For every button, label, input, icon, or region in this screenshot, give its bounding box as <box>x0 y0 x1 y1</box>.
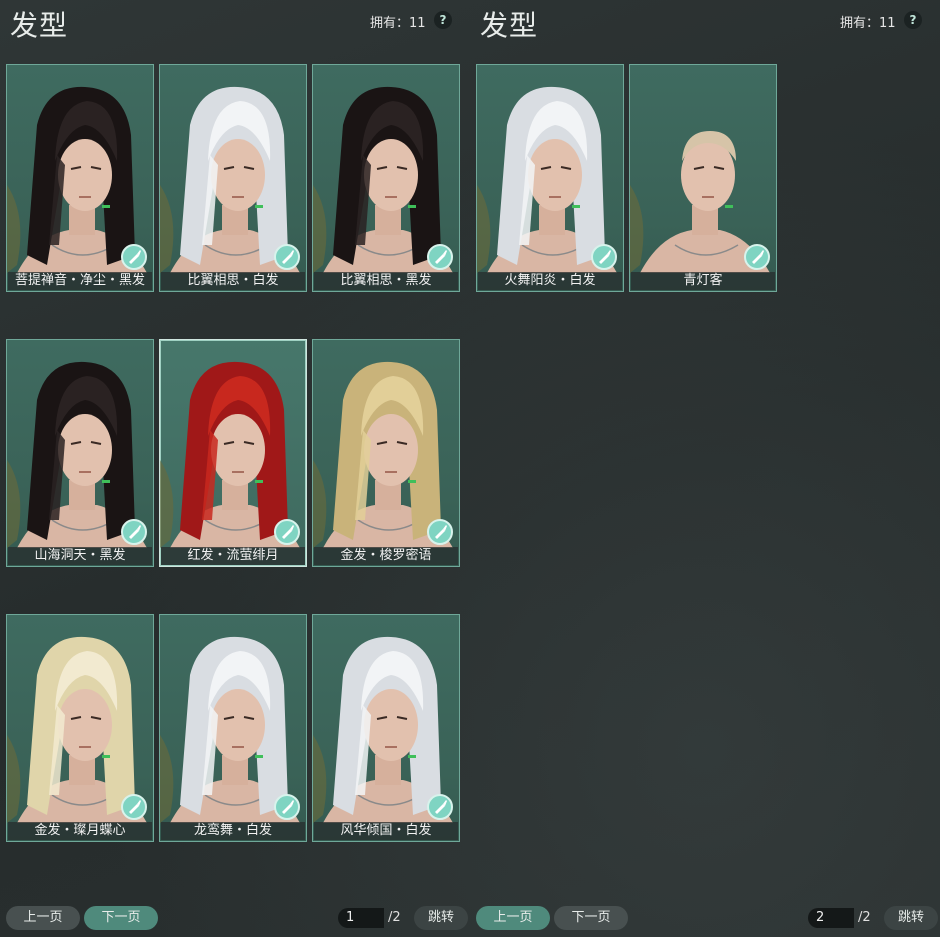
character-portrait <box>313 361 453 548</box>
hairstyle-card[interactable]: 火舞阳炎・白发 <box>476 64 624 292</box>
hairstyle-panel-left: 发型 拥有：11 ? 菩提禅音・净尘・黑发 比翼相思・白发 比翼相思・黑发 山海… <box>0 0 470 937</box>
hairstyle-card[interactable]: 青灯客 <box>629 64 777 292</box>
character-portrait <box>7 636 147 823</box>
panel-title: 发型 <box>10 9 69 42</box>
card-label: 比翼相思・白发 <box>161 272 305 290</box>
character-portrait <box>7 361 147 548</box>
dye-brush-icon[interactable] <box>744 244 770 270</box>
card-label: 青灯客 <box>631 272 775 290</box>
card-label: 红发・流萤绯月 <box>161 547 305 565</box>
dye-brush-icon[interactable] <box>274 244 300 270</box>
prev-page-button[interactable]: 上一页 <box>476 906 550 930</box>
jump-button[interactable]: 跳转 <box>884 906 938 930</box>
dye-brush-icon[interactable] <box>591 244 617 270</box>
character-portrait <box>7 86 147 273</box>
hairstyle-card[interactable]: 风华倾国・白发 <box>312 614 460 842</box>
card-label: 火舞阳炎・白发 <box>478 272 622 290</box>
hairstyle-panel-right: 发型 拥有：11 ? 火舞阳炎・白发 青灯客 上一页 下一页 2 /2 跳转 <box>470 0 940 937</box>
owned-count: 拥有：11 <box>370 16 426 31</box>
dye-brush-icon[interactable] <box>427 519 453 545</box>
page-number-input[interactable]: 1 <box>338 908 384 928</box>
card-label: 山海洞天・黑发 <box>8 547 152 565</box>
page-total: /2 <box>858 910 871 925</box>
dye-brush-icon[interactable] <box>274 519 300 545</box>
hairstyle-card[interactable]: 金发・梭罗密语 <box>312 339 460 567</box>
owned-count: 拥有：11 <box>840 16 896 31</box>
dye-brush-icon[interactable] <box>121 519 147 545</box>
prev-page-button[interactable]: 上一页 <box>6 906 80 930</box>
character-portrait <box>160 636 300 823</box>
hairstyle-card[interactable]: 比翼相思・白发 <box>159 64 307 292</box>
card-label: 风华倾国・白发 <box>314 822 458 840</box>
hairstyle-card-selected[interactable]: 红发・流萤绯月 <box>159 339 307 567</box>
card-label: 菩提禅音・净尘・黑发 <box>8 272 152 290</box>
help-icon[interactable]: ? <box>904 11 922 29</box>
hairstyle-card[interactable]: 龙鸾舞・白发 <box>159 614 307 842</box>
hairstyle-card[interactable]: 比翼相思・黑发 <box>312 64 460 292</box>
hairstyle-card[interactable]: 山海洞天・黑发 <box>6 339 154 567</box>
hairstyle-card[interactable]: 金发・璨月蝶心 <box>6 614 154 842</box>
character-portrait <box>160 86 300 273</box>
page-number-input[interactable]: 2 <box>808 908 854 928</box>
hairstyle-card[interactable]: 菩提禅音・净尘・黑发 <box>6 64 154 292</box>
dye-brush-icon[interactable] <box>121 794 147 820</box>
help-icon[interactable]: ? <box>434 11 452 29</box>
character-portrait <box>313 636 453 823</box>
character-portrait <box>630 131 770 273</box>
character-portrait <box>313 86 453 273</box>
next-page-button[interactable]: 下一页 <box>84 906 158 930</box>
next-page-button[interactable]: 下一页 <box>554 906 628 930</box>
card-label: 金发・璨月蝶心 <box>8 822 152 840</box>
panel-title: 发型 <box>480 9 539 42</box>
character-portrait <box>477 86 617 273</box>
page-total: /2 <box>388 910 401 925</box>
character-portrait <box>160 361 300 548</box>
jump-button[interactable]: 跳转 <box>414 906 468 930</box>
card-label: 龙鸾舞・白发 <box>161 822 305 840</box>
dye-brush-icon[interactable] <box>274 794 300 820</box>
dye-brush-icon[interactable] <box>427 244 453 270</box>
dye-brush-icon[interactable] <box>427 794 453 820</box>
dye-brush-icon[interactable] <box>121 244 147 270</box>
card-label: 比翼相思・黑发 <box>314 272 458 290</box>
card-label: 金发・梭罗密语 <box>314 547 458 565</box>
